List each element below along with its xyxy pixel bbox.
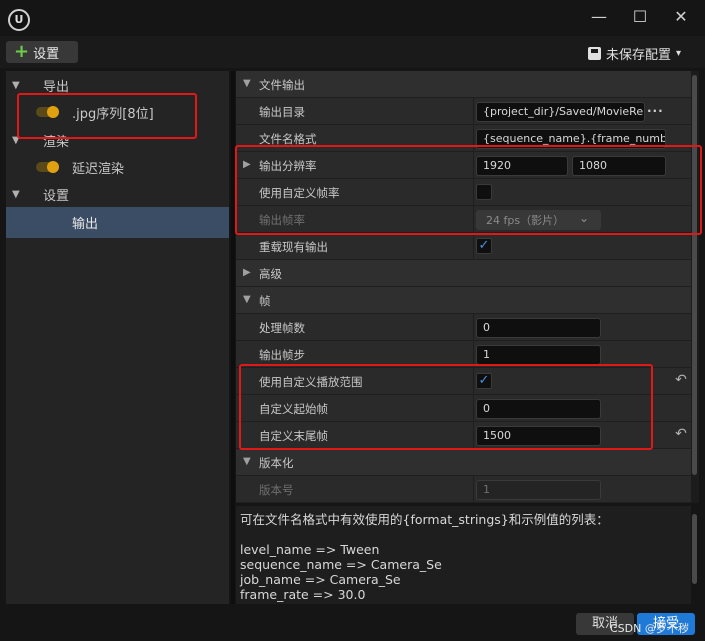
- tree-item-label: 延迟渲染: [72, 161, 125, 177]
- collapse-arrow-icon[interactable]: ▼: [243, 78, 251, 89]
- tree-category-label: 渲染: [43, 134, 70, 150]
- chevron-down-icon: ⌄: [578, 211, 589, 225]
- property-label: 使用自定义帧率: [259, 186, 340, 200]
- details-panel: ▼ 文件输出 输出目录 {project_dir}/Saved/MovieRe …: [236, 71, 691, 503]
- property-row-overwrite-existing: 重载现有输出 ✓: [236, 233, 691, 260]
- save-config-label: 未保存配置: [606, 47, 672, 63]
- section-title: 帧: [259, 294, 271, 308]
- tree-item-output[interactable]: 输出: [6, 207, 229, 238]
- property-row-handle-frames: 处理帧数 0: [236, 314, 691, 341]
- property-label: 自定义起始帧: [259, 402, 328, 416]
- maximize-button[interactable]: ☐: [627, 6, 653, 28]
- enable-toggle[interactable]: [36, 161, 59, 173]
- reset-to-default-icon[interactable]: ↶: [673, 372, 689, 388]
- tree-category-export[interactable]: ▼ 导出: [6, 73, 229, 97]
- property-row-custom-start-frame: 自定义起始帧 0: [236, 395, 691, 422]
- property-label: 输出帧率: [259, 213, 305, 227]
- browse-button[interactable]: ···: [647, 104, 664, 118]
- tree-category-settings[interactable]: ▼ 设置: [6, 182, 229, 206]
- property-row-output-directory: 输出目录 {project_dir}/Saved/MovieRe ···: [236, 98, 691, 125]
- property-label: 处理帧数: [259, 321, 305, 335]
- overwrite-existing-checkbox[interactable]: ✓: [476, 238, 492, 254]
- property-row-custom-end-frame: 自定义末尾帧 1500: [236, 422, 691, 449]
- save-icon: [588, 46, 601, 60]
- add-setting-button[interactable]: + 设置: [6, 41, 78, 63]
- unreal-logo-icon: U: [8, 9, 30, 31]
- plus-icon: +: [14, 41, 30, 62]
- title-bar: U — ☐ ✕: [0, 0, 705, 36]
- minimize-button[interactable]: —: [586, 6, 612, 28]
- property-row-output-frame-step: 输出帧步 1: [236, 341, 691, 368]
- section-title: 版本化: [259, 456, 294, 470]
- expand-arrow-icon[interactable]: ▶: [243, 267, 251, 278]
- property-row-use-custom-frame-rate: 使用自定义帧率: [236, 179, 691, 206]
- save-config-dropdown[interactable]: 未保存配置 ▾: [588, 44, 682, 63]
- property-label: 重载现有输出: [259, 240, 328, 254]
- property-label: 文件名格式: [259, 132, 317, 146]
- collapse-arrow-icon[interactable]: ▼: [12, 80, 20, 91]
- section-header-frames[interactable]: ▼ 帧: [236, 287, 691, 314]
- tree-category-render[interactable]: ▼ 渲染: [6, 128, 229, 152]
- tree-item-label: .jpg序列[8位]: [72, 106, 154, 122]
- property-row-use-custom-playback-range: 使用自定义播放范围 ✓: [236, 368, 691, 395]
- section-header-versioning[interactable]: ▼ 版本化: [236, 449, 691, 476]
- output-frame-rate-select[interactable]: 24 fps（影片） ⌄: [476, 210, 601, 230]
- tree-category-label: 设置: [43, 188, 70, 204]
- dialog-footer: 取消 接受: [0, 608, 705, 641]
- output-directory-input[interactable]: {project_dir}/Saved/MovieRe: [476, 102, 645, 122]
- collapse-arrow-icon[interactable]: ▼: [243, 294, 251, 305]
- custom-start-frame-input[interactable]: 0: [476, 399, 601, 419]
- collapse-arrow-icon[interactable]: ▼: [12, 135, 20, 146]
- property-row-output-resolution: ▶ 输出分辨率 1920 1080: [236, 152, 691, 179]
- tree-item-deferred-rendering[interactable]: 延迟渲染: [6, 155, 229, 179]
- resolution-x-input[interactable]: 1920: [476, 156, 568, 176]
- close-button[interactable]: ✕: [668, 6, 694, 28]
- property-row-file-name-format: 文件名格式 {sequence_name}.{frame_number}: [236, 125, 691, 152]
- property-row-output-frame-rate: 输出帧率 24 fps（影片） ⌄: [236, 206, 691, 233]
- property-label: 输出分辨率: [259, 159, 317, 173]
- property-label: 自定义末尾帧: [259, 429, 328, 443]
- expand-arrow-icon[interactable]: ▶: [243, 159, 251, 170]
- version-number-input[interactable]: 1: [476, 480, 601, 500]
- settings-tree-panel: ▼ 导出 .jpg序列[8位] ▼ 渲染 延迟渲染 ▼ 设置 输出: [6, 71, 229, 604]
- section-header-advanced[interactable]: ▶ 高级: [236, 260, 691, 287]
- reset-to-default-icon[interactable]: ↶: [673, 426, 689, 442]
- collapse-arrow-icon[interactable]: ▼: [243, 456, 251, 467]
- help-scrollbar-thumb[interactable]: [692, 514, 697, 584]
- property-label: 使用自定义播放范围: [259, 375, 363, 389]
- details-scrollbar-thumb[interactable]: [692, 75, 697, 475]
- section-title: 文件输出: [259, 78, 305, 92]
- property-row-version-number: 版本号 1: [236, 476, 691, 503]
- panel-splitter[interactable]: [231, 71, 235, 604]
- add-setting-label: 设置: [33, 46, 60, 62]
- section-header-file-output[interactable]: ▼ 文件输出: [236, 71, 691, 98]
- property-label: 输出帧步: [259, 348, 305, 362]
- file-name-format-input[interactable]: {sequence_name}.{frame_number}: [476, 129, 666, 149]
- watermark-text: CSDN @罗不秽: [610, 622, 689, 635]
- resolution-y-input[interactable]: 1080: [572, 156, 666, 176]
- enable-toggle[interactable]: [36, 106, 59, 118]
- collapse-arrow-icon[interactable]: ▼: [12, 189, 20, 200]
- use-custom-playback-range-checkbox[interactable]: ✓: [476, 373, 492, 389]
- toolbar: + 设置 未保存配置 ▾: [0, 36, 705, 68]
- chevron-down-icon: ▾: [676, 47, 682, 59]
- section-title: 高级: [259, 267, 282, 281]
- format-strings-help-text: 可在文件名格式中有效使用的{format_strings}和示例值的列表： le…: [236, 506, 691, 604]
- property-label: 版本号: [259, 483, 294, 497]
- use-custom-frame-rate-checkbox[interactable]: [476, 184, 492, 200]
- tree-item-jpg-sequence[interactable]: .jpg序列[8位]: [6, 100, 229, 124]
- tree-category-label: 导出: [43, 79, 70, 95]
- property-label: 输出目录: [259, 105, 305, 119]
- tree-item-label: 输出: [72, 217, 99, 232]
- handle-frames-input[interactable]: 0: [476, 318, 601, 338]
- select-value: 24 fps（影片）: [486, 214, 565, 227]
- custom-end-frame-input[interactable]: 1500: [476, 426, 601, 446]
- output-frame-step-input[interactable]: 1: [476, 345, 601, 365]
